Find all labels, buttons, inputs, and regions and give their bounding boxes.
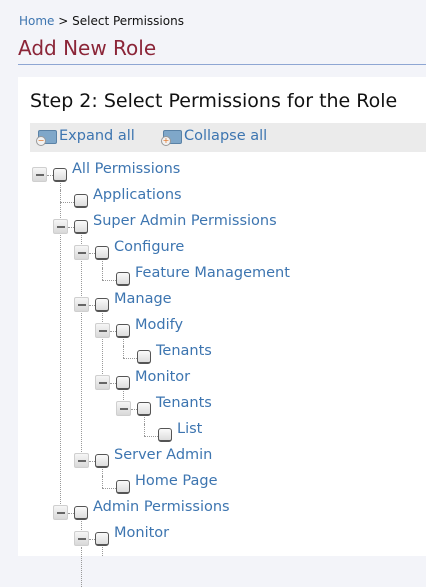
collapse-toggle-icon[interactable]	[32, 167, 47, 182]
tree-item: List	[0, 421, 426, 447]
tree-item: Admin Permissions	[0, 499, 426, 525]
expand-all-label: Expand all	[59, 128, 135, 144]
breadcrumb-home-link[interactable]: Home	[19, 14, 54, 28]
collapse-toggle-icon[interactable]	[53, 505, 68, 520]
tree-toolbar: − Expand all + Collapse all	[30, 123, 426, 152]
permission-label[interactable]: Monitor	[114, 525, 169, 541]
tree-item: Tenants	[0, 343, 426, 369]
tree-item: Applications	[0, 187, 426, 213]
permission-label[interactable]: Configure	[114, 239, 184, 255]
tree-item: Server Admin	[0, 447, 426, 473]
tree-item: Super Admin Permissions	[0, 213, 426, 239]
permission-checkbox[interactable]	[74, 194, 88, 208]
collapse-all-button[interactable]: + Collapse all	[161, 128, 268, 146]
permission-checkbox[interactable]	[95, 454, 109, 468]
permission-label[interactable]: Applications	[93, 187, 182, 203]
collapse-toggle-icon[interactable]	[95, 323, 110, 338]
permission-checkbox[interactable]	[95, 246, 109, 260]
collapse-toggle-icon[interactable]	[95, 375, 110, 390]
permission-checkbox[interactable]	[158, 428, 172, 442]
breadcrumb-current: Select Permissions	[72, 14, 184, 28]
permission-checkbox[interactable]	[116, 376, 130, 390]
tree-item: Configure	[0, 239, 426, 265]
permission-checkbox[interactable]	[137, 350, 151, 364]
collapse-toggle-icon[interactable]	[53, 219, 68, 234]
title-divider	[18, 64, 426, 65]
permission-label[interactable]: Monitor	[135, 369, 190, 385]
tree-item: Monitor	[0, 525, 426, 551]
permission-checkbox[interactable]	[95, 298, 109, 312]
folder-expand-icon: −	[36, 129, 57, 146]
permission-label[interactable]: Tenants	[156, 343, 212, 359]
permission-checkbox[interactable]	[74, 506, 88, 520]
collapse-toggle-icon[interactable]	[74, 297, 89, 312]
folder-collapse-icon: +	[161, 129, 182, 146]
permission-checkbox[interactable]	[116, 272, 130, 286]
permission-checkbox[interactable]	[95, 532, 109, 546]
collapse-toggle-icon[interactable]	[116, 401, 131, 416]
permission-checkbox[interactable]	[116, 324, 130, 338]
permission-checkbox[interactable]	[137, 402, 151, 416]
page-title: Add New Role	[18, 36, 157, 60]
collapse-toggle-icon[interactable]	[74, 453, 89, 468]
tree-item: Manage	[0, 291, 426, 317]
tree-item: Monitor	[0, 369, 426, 395]
step-heading: Step 2: Select Permissions for the Role	[30, 90, 398, 112]
tree-item: Home Page	[0, 473, 426, 499]
tree-connector	[81, 547, 82, 587]
tree-item: All Permissions	[0, 161, 426, 187]
expand-all-button[interactable]: − Expand all	[36, 128, 135, 146]
permission-label[interactable]: Feature Management	[135, 265, 290, 281]
permission-label[interactable]: Super Admin Permissions	[93, 213, 277, 229]
breadcrumb: Home > Select Permissions	[19, 14, 184, 28]
breadcrumb-separator: >	[58, 14, 69, 28]
permission-label[interactable]: Home Page	[135, 473, 218, 489]
permission-checkbox[interactable]	[53, 168, 67, 182]
tree-item: Feature Management	[0, 265, 426, 291]
permission-label[interactable]: Tenants	[156, 395, 212, 411]
tree-item: Modify	[0, 317, 426, 343]
permission-label[interactable]: All Permissions	[72, 161, 180, 177]
permission-label[interactable]: Server Admin	[114, 447, 212, 463]
collapse-toggle-icon[interactable]	[74, 531, 89, 546]
permission-label[interactable]: Manage	[114, 291, 172, 307]
permission-checkbox[interactable]	[74, 220, 88, 234]
permission-label[interactable]: List	[177, 421, 202, 437]
permission-checkbox[interactable]	[116, 480, 130, 494]
collapse-toggle-icon[interactable]	[74, 245, 89, 260]
permission-label[interactable]: Modify	[135, 317, 183, 333]
permission-label[interactable]: Admin Permissions	[93, 499, 230, 515]
collapse-all-label: Collapse all	[184, 128, 268, 144]
tree-item: Tenants	[0, 395, 426, 421]
